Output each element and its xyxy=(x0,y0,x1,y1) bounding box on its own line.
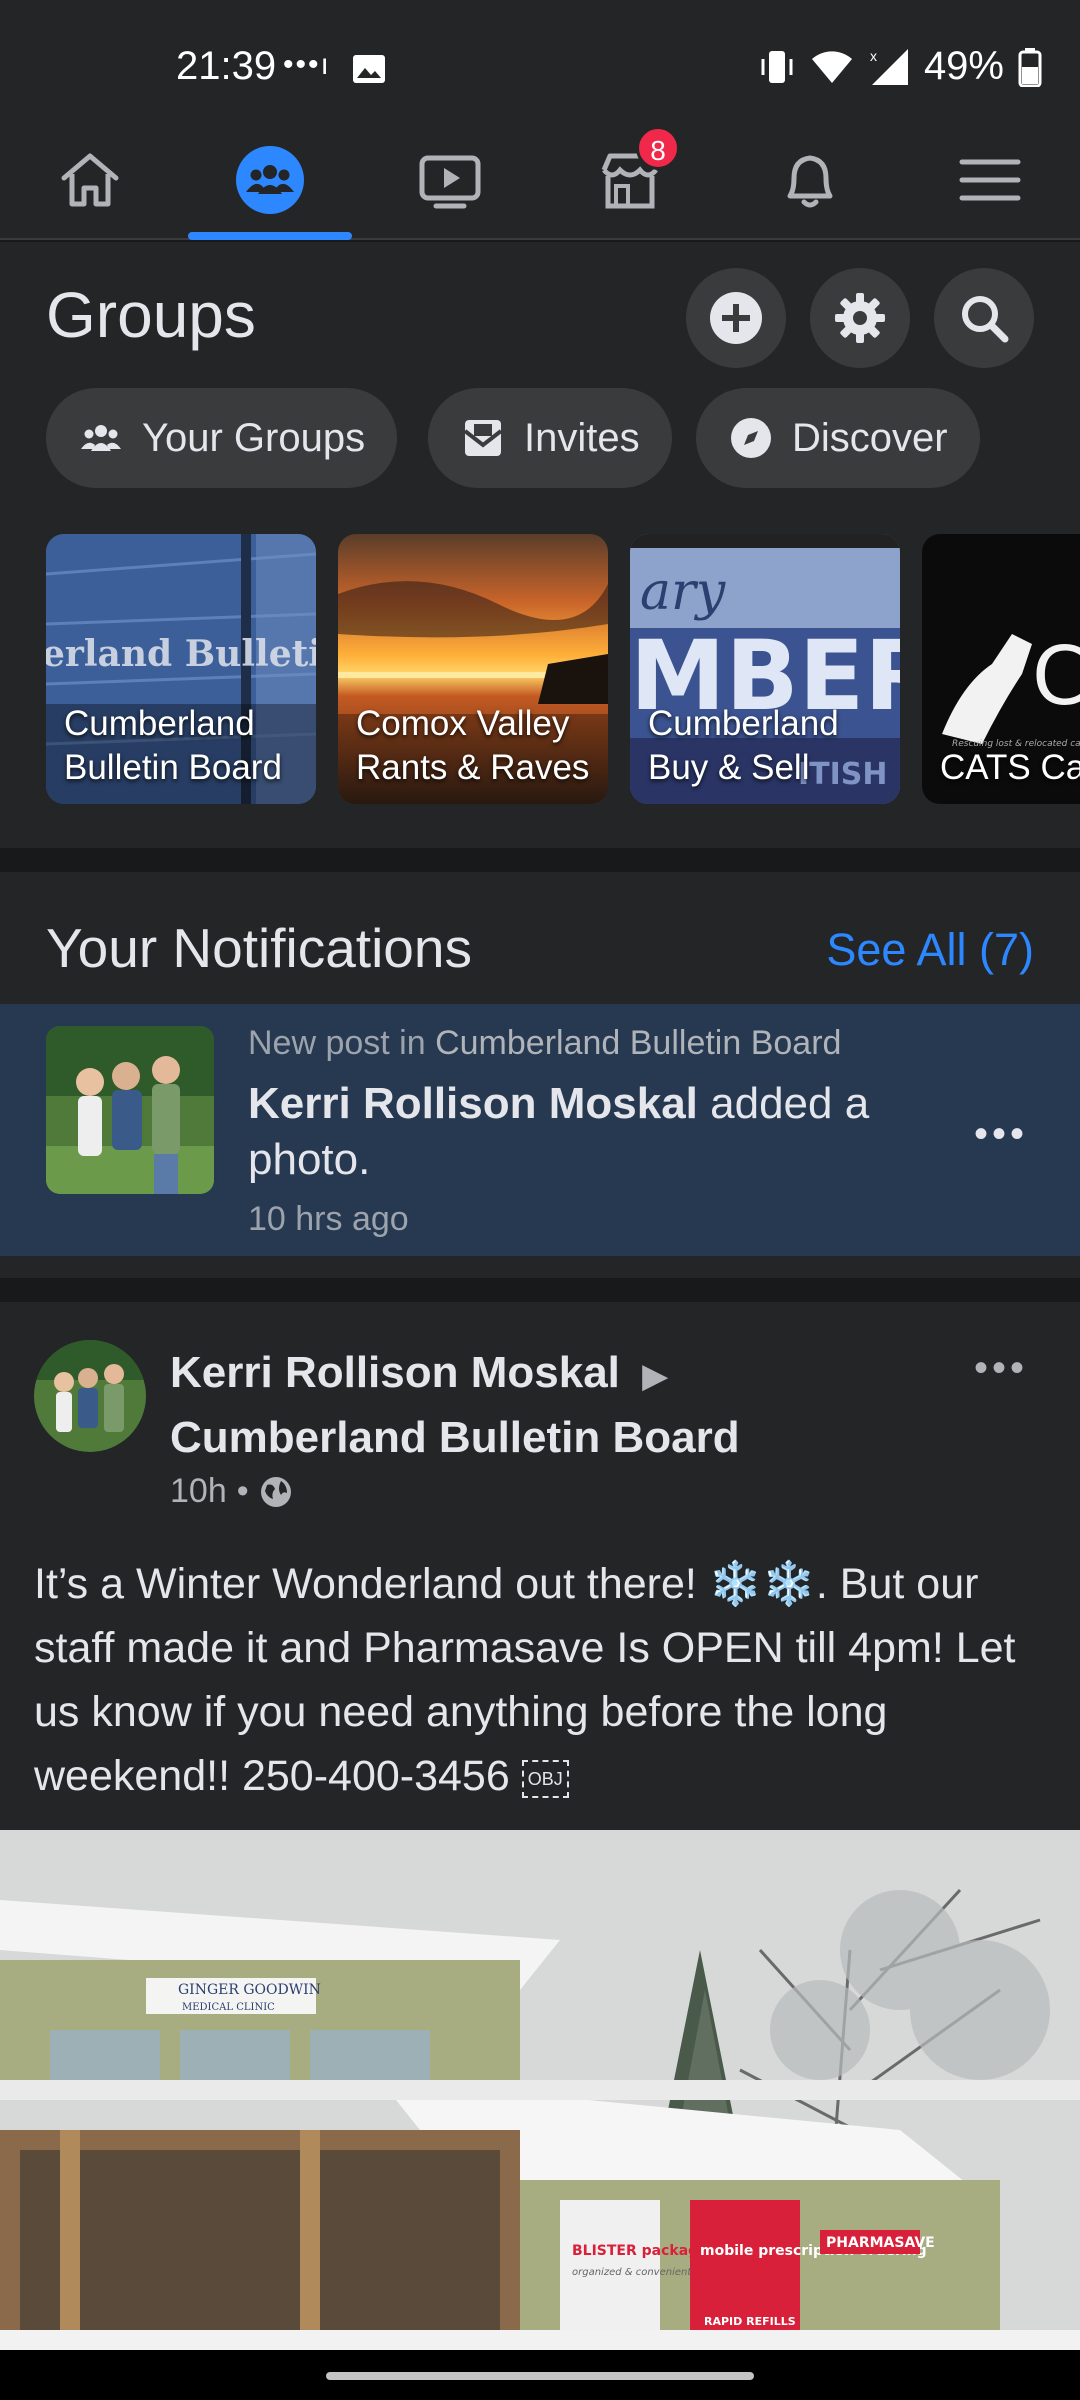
status-time: 21:39 xyxy=(176,44,277,88)
nav-marketplace[interactable] xyxy=(540,120,720,240)
group-card[interactable]: Comox Valley Rants & Raves xyxy=(338,534,608,804)
your-groups-pill[interactable]: Your Groups xyxy=(46,388,398,488)
nav-menu[interactable] xyxy=(900,120,1080,240)
groups-icon xyxy=(236,146,304,214)
gallery-icon xyxy=(353,55,385,83)
group-card[interactable]: erland Bulletin Cumberland Bulletin Boar… xyxy=(46,534,316,804)
wifi-icon xyxy=(811,50,852,83)
notifications-section: Your Notifications See All (7) New post … xyxy=(0,872,1080,1278)
signal-icon: x xyxy=(870,48,908,85)
notification-meta-prefix: New post in xyxy=(248,1024,426,1062)
notification-meta: New post in Cumberland Bulletin Board xyxy=(248,1024,841,1063)
settings-button[interactable] xyxy=(810,268,910,368)
marketplace-badge: 8 xyxy=(636,126,680,170)
people-icon xyxy=(81,425,121,451)
post-author[interactable]: Kerri Rollison Moskal xyxy=(170,1348,620,1397)
invites-label: Invites xyxy=(524,415,640,460)
top-nav-bar xyxy=(0,120,1080,240)
notification-time: 10 hrs ago xyxy=(248,1200,409,1238)
nav-home[interactable] xyxy=(0,120,180,240)
svg-text:x: x xyxy=(870,48,877,64)
post-arrow-icon: ▶ xyxy=(642,1357,669,1395)
bell-icon xyxy=(787,155,833,208)
notifications-title: Your Notifications xyxy=(46,917,472,979)
object-replacement-mark: OBJ xyxy=(521,1759,569,1798)
card-overlay-text: erland Bulletin xyxy=(46,633,316,675)
status-right: x 49% xyxy=(758,44,1042,89)
groups-section: Groups Your Groups Invites Discover erla… xyxy=(0,242,1080,848)
battery-percent: 49% xyxy=(923,44,1004,88)
notification-group: Cumberland Bulletin Board xyxy=(435,1024,842,1062)
see-all-link[interactable]: See All (7) xyxy=(826,924,1034,976)
card-overlay-text: ary xyxy=(640,562,726,622)
window-sign-sub: RAPID REFILLS xyxy=(704,2315,796,2328)
nav-watch[interactable] xyxy=(360,120,540,240)
post-timestamp: 10h • xyxy=(170,1472,293,1511)
home-indicator-bar[interactable] xyxy=(326,2372,754,2380)
notification-item[interactable]: New post in Cumberland Bulletin Board Ke… xyxy=(0,1004,1080,1256)
notification-dots-icon: •••ı xyxy=(283,48,331,81)
group-card-label: Cumberland Buy & Sell xyxy=(648,704,839,787)
compass-icon xyxy=(731,418,771,458)
notification-thumbnail xyxy=(46,1026,214,1194)
menu-icon xyxy=(959,159,1021,201)
post-card: Kerri Rollison Moskal ▶ Cumberland Bulle… xyxy=(0,1302,1080,2400)
group-card-label: CATS Ca Advocate xyxy=(940,748,1080,787)
post-group[interactable]: Cumberland Bulletin Board xyxy=(170,1413,740,1462)
discover-pill[interactable]: Discover xyxy=(696,388,980,488)
clinic-sign-sub: MEDICAL CLINIC xyxy=(182,2002,275,2013)
search-icon xyxy=(962,296,1009,343)
window-sign-sub: organized & convenient xyxy=(572,2267,692,2278)
home-icon xyxy=(61,153,119,207)
post-time: 10h xyxy=(170,1472,227,1510)
invites-pill[interactable]: Invites xyxy=(428,388,672,488)
avatar[interactable] xyxy=(34,1340,146,1452)
clinic-sign: GINGER GOODWIN xyxy=(178,1982,321,1998)
group-card[interactable]: ary MBERLA ITISH Cumberland Buy & Sell xyxy=(630,534,900,804)
group-card[interactable]: Ca Rescuing lost & relocated cats CATS C… xyxy=(922,534,1080,804)
nav-active-indicator xyxy=(188,232,352,240)
card-overlay-text: Ca xyxy=(1032,630,1080,723)
watch-icon xyxy=(419,155,481,209)
create-group-button[interactable] xyxy=(686,268,786,368)
plus-circle-icon xyxy=(710,292,762,344)
page-title: Groups xyxy=(46,279,256,351)
notification-more-button[interactable]: ••• xyxy=(974,1112,1028,1157)
gear-icon xyxy=(835,293,885,343)
post-more-button[interactable]: ••• xyxy=(974,1346,1028,1391)
battery-icon xyxy=(1018,47,1042,87)
notification-actor: Kerri Rollison Moskal xyxy=(248,1079,698,1128)
search-button[interactable] xyxy=(934,268,1034,368)
status-bar: 21:39 •••ı x 49% xyxy=(0,0,1080,120)
nav-notifications[interactable] xyxy=(720,120,900,240)
home-indicator xyxy=(0,2350,1080,2400)
group-card-label: Cumberland Bulletin Board xyxy=(64,704,282,787)
post-header: Kerri Rollison Moskal ▶ Cumberland Bulle… xyxy=(170,1342,930,1469)
post-separator: • xyxy=(236,1472,249,1510)
discover-label: Discover xyxy=(792,415,948,460)
group-card-label: Comox Valley Rants & Raves xyxy=(356,704,590,787)
invite-icon xyxy=(463,420,503,456)
post-image[interactable]: GINGER GOODWIN MEDICAL CLINIC BLISTER pa… xyxy=(0,1830,1080,2360)
your-groups-label: Your Groups xyxy=(142,415,366,460)
globe-icon xyxy=(260,1476,291,1507)
nav-groups[interactable] xyxy=(180,120,360,240)
store-sign: PHARMASAVE xyxy=(826,2235,935,2251)
vibrate-icon xyxy=(761,50,793,83)
notification-text: Kerri Rollison Moskal added a photo. xyxy=(248,1076,938,1188)
post-body: It’s a Winter Wonderland out there! ❄️❄️… xyxy=(34,1552,1044,1808)
